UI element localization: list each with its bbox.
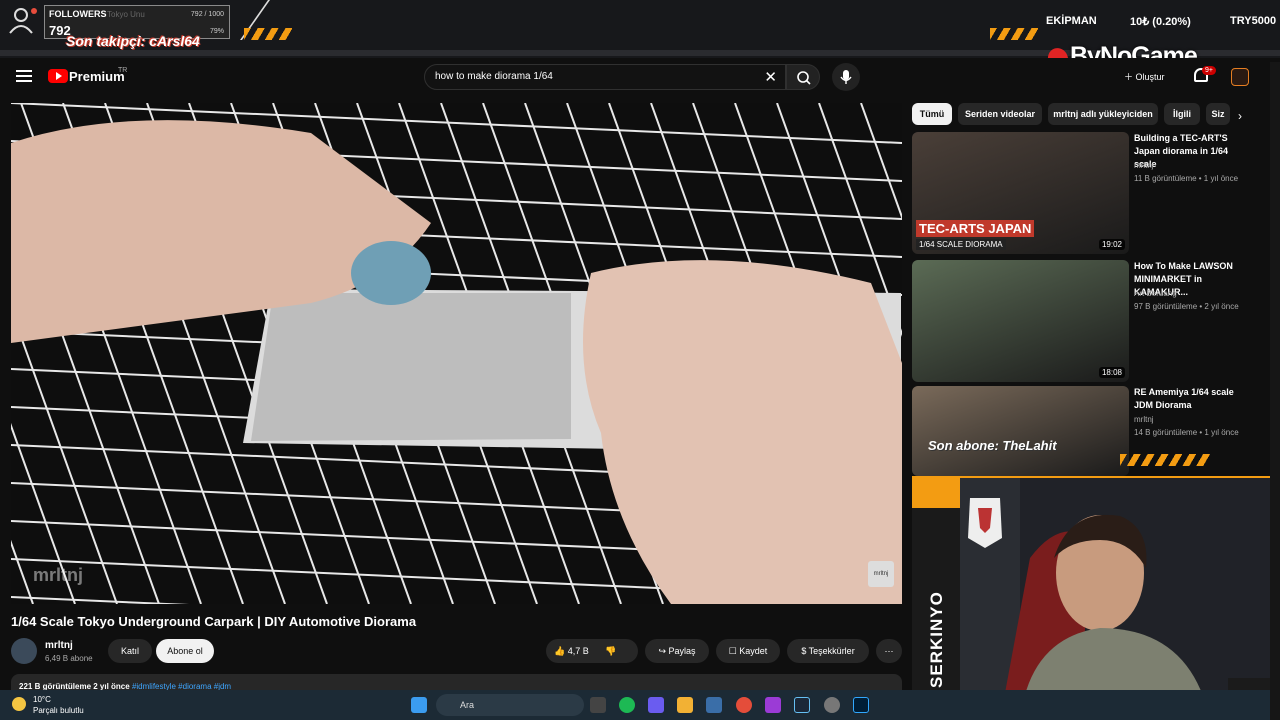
spotify-icon[interactable] — [619, 697, 635, 713]
steam-icon[interactable] — [794, 697, 810, 713]
share-icon: ↪ — [658, 646, 666, 656]
chip-related[interactable]: İlgili — [1164, 103, 1200, 125]
video-thumbnail[interactable]: 18:08 — [912, 260, 1129, 382]
channel-watermark-logo[interactable]: mrltnj — [868, 561, 894, 587]
page-scrollbar[interactable] — [1270, 62, 1280, 720]
voice-search-button[interactable] — [832, 63, 860, 91]
bookmark-icon: ☐ — [728, 646, 737, 656]
chevron-right-icon[interactable]: › — [1238, 109, 1242, 123]
file-explorer-icon[interactable] — [677, 697, 693, 713]
video-player[interactable]: mrltnj mrltnj — [11, 103, 902, 604]
chip-uploader[interactable]: mrltnj adlı yükleyiciden — [1048, 103, 1158, 125]
copilot-icon[interactable] — [648, 697, 664, 713]
stripes-decor — [1120, 454, 1210, 466]
notification-badge: 9+ — [1202, 66, 1216, 75]
recommended-channel[interactable]: mrltnj — [1134, 161, 1154, 170]
recommended-channel[interactable]: mrltnj — [1134, 415, 1154, 424]
equipment-goal: TRY5000 — [1230, 15, 1277, 27]
more-actions-icon[interactable]: ⋯ — [876, 639, 902, 663]
channel-name[interactable]: mrltnj — [45, 640, 73, 651]
menu-icon[interactable] — [16, 70, 32, 82]
recommended-meta: 97 B görüntüleme • 2 yıl önce — [1134, 302, 1239, 311]
create-button[interactable]: ＋ Oluştur — [1124, 70, 1165, 83]
webcam-feed — [960, 478, 1280, 720]
chip-all[interactable]: Tümü — [912, 103, 952, 125]
microphone-icon — [840, 70, 852, 84]
equipment-box: EKİPMAN 10₺ (0.20%) TRY5000 — [1040, 4, 1280, 38]
thumbnail-subcaption: 1/64 SCALE DIORAMA — [916, 239, 1006, 250]
equipment-label: EKİPMAN — [1046, 15, 1097, 27]
webcam-image — [960, 478, 1280, 720]
recommended-channel[interactable]: Art Beruang — [1134, 289, 1177, 298]
weather-widget[interactable]: 10°C Parçalı bulutlu — [33, 694, 84, 716]
search-icon — [797, 71, 811, 85]
youtube-premium-label[interactable]: Premium — [69, 69, 125, 84]
like-dislike-group[interactable]: 👍 4,7 B 👎 — [546, 639, 638, 663]
thumbs-down-icon[interactable]: 👎 — [605, 646, 616, 656]
search-query: how to make diorama 1/64 — [435, 71, 553, 82]
thanks-button[interactable]: $ Teşekkürler — [787, 639, 869, 663]
last-subscriber: Son abone: TheLahit — [928, 438, 1057, 453]
thumbnail-caption: TEC-ARTS JAPAN — [916, 220, 1035, 237]
search-input[interactable]: how to make diorama 1/64 ✕ — [424, 64, 786, 90]
account-avatar[interactable] — [1231, 68, 1249, 86]
join-button[interactable]: Katıl — [108, 639, 152, 663]
youtube-logo-icon[interactable] — [48, 69, 68, 83]
youtube-masthead: Premium TR how to make diorama 1/64 ✕ ＋ … — [0, 58, 1280, 100]
search-button[interactable] — [786, 64, 820, 90]
windows-start-icon[interactable] — [411, 697, 427, 713]
app-icon[interactable] — [824, 697, 840, 713]
thumbs-up-icon[interactable]: 👍 — [554, 646, 565, 656]
stripes-decor — [244, 28, 292, 40]
task-view-icon[interactable] — [590, 697, 606, 713]
recommended-meta: 11 B görüntüleme • 1 yıl önce — [1134, 174, 1239, 183]
channel-subscribers: 6,49 B abone — [45, 654, 93, 663]
video-duration: 18:08 — [1098, 367, 1125, 378]
filter-chips: Tümü Seriden videolar mrltnj adlı yükley… — [912, 103, 1252, 125]
video-watermark: mrltnj — [33, 565, 84, 585]
weather-icon[interactable] — [12, 697, 26, 711]
thanks-icon: $ — [801, 646, 807, 656]
followers-sub: Tokyo Unu — [107, 10, 145, 19]
recommended-meta: 14 B görüntüleme • 1 yıl önce — [1134, 428, 1239, 437]
screen: FOLLOWERS Tokyo Unu 792 792 / 1000 79% S… — [0, 0, 1280, 720]
obs-icon[interactable] — [765, 697, 781, 713]
video-title: 1/64 Scale Tokyo Underground Carpark | D… — [11, 614, 417, 629]
banner-accent — [912, 478, 960, 508]
share-button[interactable]: ↪ Paylaş — [645, 639, 709, 663]
recommended-title[interactable]: RE Amemiya 1/64 scale JDM Diorama — [1134, 386, 1252, 412]
description-box[interactable]: 221 B görüntüleme 2 yıl önce #idmlifesty… — [11, 674, 902, 691]
video-thumbnail[interactable]: 19:02 TEC-ARTS JAPAN 1/64 SCALE DIORAMA — [912, 132, 1129, 254]
equipment-value: 10₺ (0.20%) — [1130, 16, 1191, 28]
streamer-name: SERKINYO — [927, 591, 946, 688]
user-icon — [9, 8, 37, 34]
region-code: TR — [118, 67, 128, 74]
windows-taskbar: 10°C Parçalı bulutlu Ara — [0, 690, 1280, 720]
video-frame — [11, 103, 902, 604]
chip-series[interactable]: Seriden videolar — [958, 103, 1042, 125]
streamer-side-banner: SERKINYO — [912, 478, 960, 720]
subscribe-button[interactable]: Abone ol — [156, 639, 214, 663]
like-count: 4,7 B — [567, 646, 589, 656]
chip-you[interactable]: Siz — [1206, 103, 1230, 125]
taskbar-search[interactable]: Ara — [436, 694, 584, 716]
last-follower: Son takipçi: cArsl64 — [66, 33, 200, 49]
clear-search-icon[interactable]: ✕ — [764, 68, 777, 86]
followers-label: FOLLOWERS — [49, 9, 107, 19]
recommended-video[interactable]: 19:02 TEC-ARTS JAPAN 1/64 SCALE DIORAMA B… — [912, 132, 1252, 254]
video-duration: 19:02 — [1098, 239, 1125, 250]
chrome-icon[interactable] — [736, 697, 752, 713]
video-thumbnail[interactable] — [912, 386, 1129, 476]
recommended-video[interactable]: 18:08 How To Make LAWSON MINIMARKET in K… — [912, 260, 1252, 382]
stripes-decor — [990, 28, 1038, 40]
save-button[interactable]: ☐ Kaydet — [716, 639, 780, 663]
channel-avatar[interactable] — [11, 638, 37, 664]
photoshop-icon[interactable] — [853, 697, 869, 713]
store-icon[interactable] — [706, 697, 722, 713]
